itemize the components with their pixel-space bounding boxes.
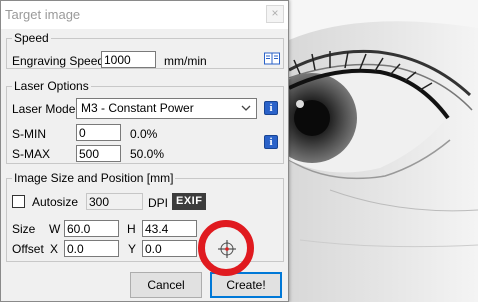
smin-input[interactable] [76, 124, 121, 141]
laser-mode-value: M3 - Constant Power [81, 101, 194, 115]
smin-label: S-MIN [12, 127, 46, 141]
offset-x-input[interactable] [64, 240, 119, 257]
speed-unit-label: mm/min [164, 54, 207, 68]
cancel-button[interactable]: Cancel [130, 272, 202, 298]
autosize-checkbox[interactable] [12, 195, 25, 208]
height-label: H [127, 222, 136, 236]
smax-label: S-MAX [12, 147, 51, 161]
speed-group-title: Speed [12, 31, 51, 45]
size-label: Size [12, 222, 36, 236]
dpi-field [86, 193, 143, 210]
title-bar[interactable]: Target image × [1, 1, 288, 29]
smax-input[interactable] [76, 145, 121, 162]
offset-label: Offset [12, 242, 44, 256]
x-label: X [50, 242, 59, 256]
exif-button[interactable]: EXIF [172, 193, 207, 210]
height-input[interactable] [142, 220, 197, 237]
width-input[interactable] [64, 220, 119, 237]
width-label: W [49, 222, 61, 236]
book-icon[interactable] [264, 52, 280, 65]
highlight-circle [198, 220, 254, 276]
close-button[interactable]: × [266, 5, 284, 23]
engraving-speed-input[interactable] [101, 51, 156, 68]
create-button[interactable]: Create! [210, 272, 282, 298]
smin-smax-info-icon[interactable]: i [264, 135, 278, 149]
laser-mode-label: Laser Mode [12, 102, 76, 116]
autosize-label: Autosize [32, 195, 79, 209]
dpi-label: DPI [148, 196, 169, 210]
y-label: Y [128, 242, 137, 256]
dialog-title: Target image [5, 7, 81, 22]
laser-mode-select[interactable]: M3 - Constant Power [76, 98, 257, 119]
offset-y-input[interactable] [142, 240, 197, 257]
laser-options-group-title: Laser Options [12, 79, 91, 93]
smin-percent: 0.0% [130, 127, 158, 141]
engraving-speed-label: Engraving Speed [12, 54, 105, 68]
image-size-group-title: Image Size and Position [mm] [12, 171, 176, 185]
chevron-down-icon [241, 105, 251, 111]
laser-mode-info-icon[interactable]: i [264, 101, 278, 115]
smax-percent: 50.0% [130, 147, 165, 161]
